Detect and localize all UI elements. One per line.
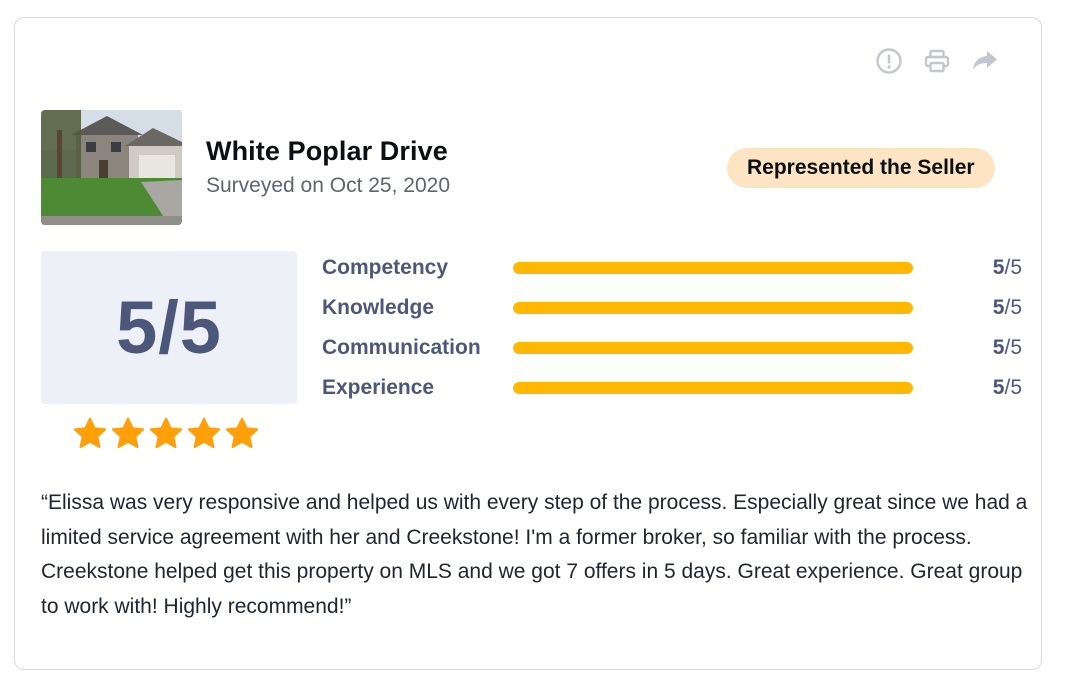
review-card: White Poplar Drive Surveyed on Oct 25, 2… bbox=[14, 17, 1042, 670]
rating-score-max: /5 bbox=[1004, 296, 1022, 319]
rating-score: 5/5 bbox=[993, 376, 1022, 400]
category-ratings: Competency 5/5 Knowledge 5/5 Communication 5/… bbox=[322, 252, 1022, 412]
rating-label: Knowledge bbox=[322, 296, 435, 319]
card-actions bbox=[873, 48, 1001, 74]
survey-date: Surveyed on Oct 25, 2020 bbox=[206, 174, 450, 197]
overall-score-box: 5/5 bbox=[41, 251, 297, 404]
rating-bar bbox=[513, 342, 913, 354]
rating-label: Experience bbox=[322, 376, 435, 399]
rating-score: 5/5 bbox=[993, 336, 1022, 360]
rating-score-value: 5 bbox=[992, 256, 1005, 279]
rating-bar-fill bbox=[513, 342, 913, 354]
print-button[interactable] bbox=[921, 48, 953, 74]
rating-bar bbox=[513, 262, 913, 274]
rating-label: Competency bbox=[322, 256, 449, 279]
rating-bar-fill bbox=[513, 382, 913, 394]
star-icon bbox=[225, 417, 259, 449]
rating-score-max: /5 bbox=[1004, 376, 1022, 399]
rating-score-max: /5 bbox=[1004, 336, 1022, 359]
share-button[interactable] bbox=[969, 48, 1001, 74]
rating-row: Competency 5/5 bbox=[322, 252, 1022, 292]
rating-score: 5/5 bbox=[993, 256, 1022, 280]
role-badge: Represented the Seller bbox=[727, 148, 995, 188]
property-title: White Poplar Drive bbox=[206, 136, 448, 166]
property-photo bbox=[41, 110, 182, 225]
rating-bar-fill bbox=[513, 302, 913, 314]
rating-score-value: 5 bbox=[992, 336, 1005, 359]
rating-score: 5/5 bbox=[993, 296, 1022, 320]
rating-score-value: 5 bbox=[992, 376, 1005, 399]
rating-bar bbox=[513, 302, 913, 314]
rating-bar-fill bbox=[513, 262, 913, 274]
print-icon bbox=[924, 49, 950, 73]
overall-score: 5/5 bbox=[116, 286, 222, 369]
share-icon bbox=[973, 51, 997, 70]
star-icon bbox=[187, 417, 221, 449]
rating-bar bbox=[513, 382, 913, 394]
star-icon bbox=[111, 417, 145, 449]
rating-row: Communication 5/5 bbox=[322, 332, 1022, 372]
star-icon bbox=[73, 417, 107, 449]
rating-score-max: /5 bbox=[1004, 256, 1022, 279]
star-icon bbox=[149, 417, 183, 449]
report-button[interactable] bbox=[873, 48, 905, 74]
rating-row: Experience 5/5 bbox=[322, 372, 1022, 412]
star-rating bbox=[72, 416, 260, 452]
rating-row: Knowledge 5/5 bbox=[322, 292, 1022, 332]
rating-score-value: 5 bbox=[992, 296, 1005, 319]
rating-label: Communication bbox=[322, 336, 481, 359]
review-text: “Elissa was very responsive and helped u… bbox=[41, 491, 1028, 618]
report-icon bbox=[876, 48, 902, 74]
